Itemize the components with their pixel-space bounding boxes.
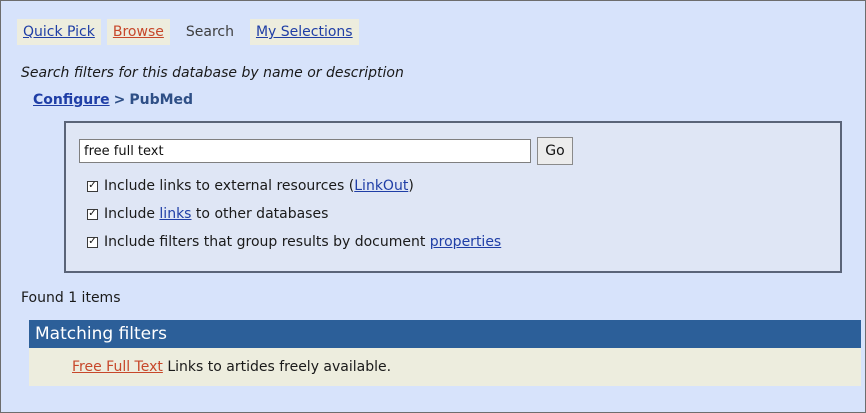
list-item: Free Full Text Links to artides freely a… [72, 359, 391, 375]
breadcrumb-current: PubMed [129, 92, 194, 108]
result-row: Free Full Text Links to artides freely a… [29, 348, 861, 386]
properties-checkbox[interactable]: ✓ [87, 236, 98, 248]
option-properties-label: Include filters that group results by do… [104, 234, 502, 250]
databases-checkbox[interactable]: ✓ [87, 208, 98, 220]
breadcrumb-separator: > [113, 92, 126, 108]
tab-my-selections[interactable]: My Selections [249, 19, 359, 45]
tab-bar: Quick Pick Browse Search My Selections [17, 19, 359, 45]
tab-quick-pick[interactable]: Quick Pick [17, 19, 101, 45]
breadcrumb-configure-link[interactable]: Configure [33, 92, 110, 108]
search-panel: Go ✓ Include links to external resources… [64, 121, 842, 273]
matching-filters-header: Matching filters [29, 320, 861, 348]
option-linkout: ✓ Include links to external resources (L… [87, 178, 414, 194]
filter-window: Quick Pick Browse Search My Selections S… [0, 0, 866, 413]
tab-browse[interactable]: Browse [106, 19, 170, 45]
breadcrumb: Configure > PubMed [33, 92, 193, 108]
search-input[interactable] [79, 139, 531, 163]
linkout-checkbox[interactable]: ✓ [87, 180, 98, 192]
tab-search[interactable]: Search [175, 19, 244, 45]
option-databases-label: Include links to other databases [104, 206, 329, 222]
found-count: Found 1 items [21, 290, 121, 306]
search-row: Go [79, 137, 573, 165]
option-databases: ✓ Include links to other databases [87, 206, 328, 222]
go-button[interactable]: Go [537, 137, 573, 165]
option-linkout-label: Include links to external resources (Lin… [104, 178, 414, 194]
option-properties: ✓ Include filters that group results by … [87, 234, 501, 250]
page-description: Search filters for this database by name… [21, 65, 404, 81]
result-description: Links to artides freely available. [167, 359, 392, 375]
free-full-text-link[interactable]: Free Full Text [72, 359, 163, 375]
linkout-link[interactable]: LinkOut [354, 178, 408, 194]
properties-link[interactable]: properties [430, 234, 501, 250]
links-link[interactable]: links [159, 206, 191, 222]
